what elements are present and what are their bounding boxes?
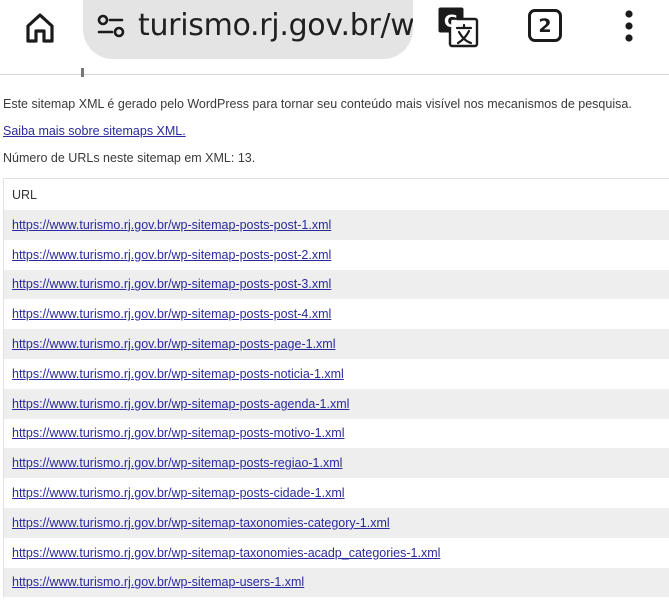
tab-count: 2 (538, 14, 552, 37)
sitemap-url-link[interactable]: https://www.turismo.rj.gov.br/wp-sitemap… (12, 307, 331, 321)
table-row: https://www.turismo.rj.gov.br/wp-sitemap… (4, 388, 669, 419)
table-row: https://www.turismo.rj.gov.br/wp-sitemap… (4, 537, 669, 568)
table-row: https://www.turismo.rj.gov.br/wp-sitemap… (4, 478, 669, 508)
sitemap-url-link[interactable]: https://www.turismo.rj.gov.br/wp-sitemap… (12, 248, 331, 262)
toolbar-divider (0, 74, 669, 75)
tab-switcher-button[interactable]: 2 (528, 9, 562, 42)
sitemap-url-link[interactable]: https://www.turismo.rj.gov.br/wp-sitemap… (12, 516, 390, 530)
cut-off-heading (81, 68, 84, 77)
table-header-url: URL (4, 179, 669, 210)
home-button[interactable] (18, 6, 62, 50)
table-row: https://www.turismo.rj.gov.br/wp-sitemap… (4, 239, 669, 270)
more-vert-icon[interactable] (617, 9, 641, 43)
address-bar[interactable]: turismo.rj.gov.br/wp- (83, 0, 413, 59)
sitemap-intro: Este sitemap XML é gerado pelo WordPress… (3, 97, 632, 111)
tune-icon[interactable] (95, 10, 127, 42)
table-row: https://www.turismo.rj.gov.br/wp-sitemap… (4, 358, 669, 389)
table-row: https://www.turismo.rj.gov.br/wp-sitemap… (4, 448, 669, 479)
sitemap-url-link[interactable]: https://www.turismo.rj.gov.br/wp-sitemap… (12, 367, 344, 381)
sitemap-url-link[interactable]: https://www.turismo.rj.gov.br/wp-sitemap… (12, 486, 345, 500)
url-rows: https://www.turismo.rj.gov.br/wp-sitemap… (4, 210, 669, 598)
home-icon (26, 13, 54, 43)
sitemap-url-link[interactable]: https://www.turismo.rj.gov.br/wp-sitemap… (12, 337, 335, 351)
learn-more-link[interactable]: Saiba mais sobre sitemaps XML. (3, 124, 186, 138)
sitemap-url-link[interactable]: https://www.turismo.rj.gov.br/wp-sitemap… (12, 277, 331, 291)
table-row: https://www.turismo.rj.gov.br/wp-sitemap… (4, 329, 669, 359)
table-row: https://www.turismo.rj.gov.br/wp-sitemap… (4, 567, 669, 598)
table-row: https://www.turismo.rj.gov.br/wp-sitemap… (4, 210, 669, 240)
table-row: https://www.turismo.rj.gov.br/wp-sitemap… (4, 269, 669, 300)
url-count-text: Número de URLs neste sitemap em XML: 13. (3, 151, 256, 165)
sitemap-url-link[interactable]: https://www.turismo.rj.gov.br/wp-sitemap… (12, 575, 304, 589)
translate-icon[interactable]: G (437, 6, 479, 48)
sitemap-url-link[interactable]: https://www.turismo.rj.gov.br/wp-sitemap… (12, 546, 440, 560)
sitemap-url-link[interactable]: https://www.turismo.rj.gov.br/wp-sitemap… (12, 426, 345, 440)
svg-text:G: G (444, 12, 458, 32)
table-row: https://www.turismo.rj.gov.br/wp-sitemap… (4, 418, 669, 449)
sitemap-url-link[interactable]: https://www.turismo.rj.gov.br/wp-sitemap… (12, 397, 349, 411)
table-row: https://www.turismo.rj.gov.br/wp-sitemap… (4, 299, 669, 330)
sitemap-url-link[interactable]: https://www.turismo.rj.gov.br/wp-sitemap… (12, 218, 331, 232)
sitemap-url-table: URL https://www.turismo.rj.gov.br/wp-sit… (3, 178, 669, 598)
address-bar-url[interactable]: turismo.rj.gov.br/wp- (138, 8, 413, 44)
table-row: https://www.turismo.rj.gov.br/wp-sitemap… (4, 507, 669, 538)
sitemap-url-link[interactable]: https://www.turismo.rj.gov.br/wp-sitemap… (12, 456, 342, 470)
browser-toolbar: turismo.rj.gov.br/wp- G 2 (0, 0, 669, 75)
